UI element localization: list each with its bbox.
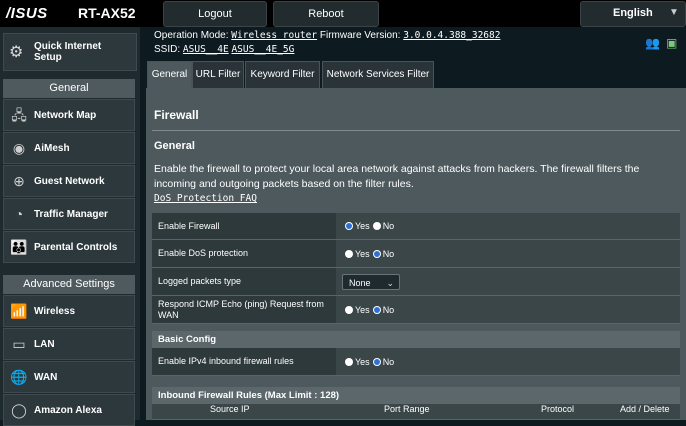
asus-logo: /ISUS: [6, 5, 48, 22]
section-title: General: [154, 140, 195, 152]
no-label: No: [382, 221, 395, 231]
advanced-settings-header: Advanced Settings: [3, 275, 135, 294]
tab-url-filter[interactable]: URL Filter: [192, 61, 244, 88]
device-info: Operation Mode: Wireless router Firmware…: [154, 29, 500, 57]
dos-faq-link[interactable]: DoS Protection FAQ: [154, 193, 257, 204]
ssid-label: SSID:: [154, 44, 181, 55]
sidebar-item-amazon-alexa[interactable]: ◯ Amazon Alexa: [3, 394, 135, 426]
enable-dos-no-radio[interactable]: [372, 249, 381, 258]
logged-packets-row: Logged packets type None ⌄: [152, 268, 680, 296]
setting-label: Logged packets type: [152, 268, 336, 295]
sidebar-item-label: Guest Network: [34, 176, 105, 187]
alexa-icon: ◯: [11, 402, 27, 418]
column-protocol: Protocol: [541, 404, 575, 414]
column-port-range: Port Range: [384, 404, 430, 414]
no-label: No: [382, 304, 395, 315]
model-name: RT-AX52: [78, 5, 136, 21]
yes-label: Yes: [355, 221, 370, 231]
logout-button[interactable]: Logout: [163, 1, 267, 27]
sidebar-item-lan[interactable]: ▭ LAN: [3, 328, 135, 360]
sidebar-item-guest-network[interactable]: ⊕ Guest Network: [3, 165, 135, 197]
tab-general[interactable]: General: [147, 61, 192, 88]
lan-icon: ▭: [12, 336, 26, 352]
setting-label: Respond ICMP Echo (ping) Request from WA…: [152, 296, 336, 323]
icmp-echo-row: Respond ICMP Echo (ping) Request from WA…: [152, 296, 680, 324]
sidebar-item-label: Amazon Alexa: [34, 405, 102, 416]
page-title: Firewall: [154, 108, 199, 122]
gear-icon: ⚙: [9, 44, 24, 61]
no-label: No: [382, 356, 395, 367]
firewall-description: Enable the firewall to protect your loca…: [154, 163, 640, 190]
select-value: None: [349, 277, 371, 288]
firmware-label: Firmware Version:: [319, 30, 401, 41]
quick-internet-setup-button[interactable]: ⚙ Quick Internet Setup: [3, 33, 137, 71]
enable-dos-yes-radio[interactable]: [345, 249, 353, 258]
opmode-link[interactable]: Wireless router: [231, 30, 317, 41]
setting-label: Enable Firewall: [152, 213, 336, 239]
yes-label: Yes: [355, 304, 370, 315]
enable-firewall-yes-radio[interactable]: [345, 222, 353, 230]
traffic-manager-icon: ◔: [14, 206, 24, 222]
setting-label: Enable DoS protection: [152, 240, 336, 267]
basic-config-header: Basic Config: [152, 331, 680, 348]
sidebar-item-wireless[interactable]: 📶 Wireless: [3, 295, 135, 327]
sidebar-item-label: Wireless: [34, 306, 76, 317]
wan-icon: 🌐: [10, 369, 28, 385]
sidebar: ⚙ Quick Internet Setup General 🖧 Network…: [0, 27, 140, 426]
aimesh-icon: ◉: [12, 140, 26, 156]
main-panel: Firewall General Enable the firewall to …: [146, 88, 686, 420]
sidebar-item-label: LAN: [34, 339, 55, 350]
sidebar-item-label: Traffic Manager: [34, 209, 108, 220]
top-bar: /ISUS RT-AX52 Logout Reboot English ▼: [0, 0, 686, 27]
enable-firewall-no-radio[interactable]: [372, 222, 381, 230]
guest-network-icon: ⊕: [13, 173, 25, 189]
enable-firewall-row: Enable Firewall Yes No: [152, 213, 680, 240]
icmp-no-radio[interactable]: [372, 305, 381, 314]
chevron-down-icon: ⌄: [386, 277, 394, 288]
ipv4-inbound-row: Enable IPv4 inbound firewall rules Yes N…: [152, 348, 680, 376]
column-add-delete: Add / Delete: [620, 404, 670, 414]
ipv4-no-radio[interactable]: [372, 357, 381, 366]
general-header: General: [3, 79, 135, 98]
inbound-rules-header: Inbound Firewall Rules (Max Limit : 128): [152, 387, 680, 404]
sidebar-item-network-map[interactable]: 🖧 Network Map: [3, 99, 135, 131]
no-label: No: [382, 248, 395, 259]
wireless-icon: 📶: [10, 303, 28, 319]
setting-label: Enable IPv4 inbound firewall rules: [152, 348, 336, 375]
enable-dos-row: Enable DoS protection Yes No: [152, 240, 680, 268]
inbound-columns-row: Source IP Port Range Protocol Add / Dele…: [152, 404, 680, 420]
tab-keyword-filter[interactable]: Keyword Filter: [245, 61, 320, 88]
sidebar-item-label: AiMesh: [34, 143, 70, 154]
firmware-link[interactable]: 3.0.0.4.388_32682: [403, 30, 500, 41]
language-select[interactable]: English ▼: [580, 1, 686, 27]
yes-label: Yes: [355, 248, 370, 259]
ipv4-yes-radio[interactable]: [345, 357, 353, 366]
language-label: English: [613, 7, 653, 19]
sidebar-item-traffic-manager[interactable]: ◔ Traffic Manager: [3, 198, 135, 230]
sidebar-item-aimesh[interactable]: ◉ AiMesh: [3, 132, 135, 164]
reboot-button[interactable]: Reboot: [273, 1, 379, 27]
yes-label: Yes: [355, 356, 370, 367]
sidebar-item-label: Network Map: [34, 110, 97, 121]
column-source-ip: Source IP: [210, 404, 250, 414]
logged-packets-select[interactable]: None ⌄: [342, 273, 400, 290]
tab-network-services-filter[interactable]: Network Services Filter: [322, 61, 434, 88]
sidebar-item-label: Parental Controls: [34, 242, 118, 253]
sidebar-item-label: WAN: [34, 372, 58, 383]
sidebar-item-wan[interactable]: 🌐 WAN: [3, 361, 135, 393]
ssid-5g-link[interactable]: ASUS__4E_5G: [231, 44, 294, 55]
ssid-2g-link[interactable]: ASUS__4E: [183, 44, 229, 55]
sidebar-item-parental-controls[interactable]: 👪 Parental Controls: [3, 231, 135, 263]
divider: [152, 130, 680, 131]
quick-setup-label: Quick Internet Setup: [34, 41, 102, 63]
chevron-down-icon: ▼: [669, 7, 679, 18]
parental-controls-icon: 👪: [10, 239, 28, 255]
internet-status-icon[interactable]: ▣: [666, 36, 677, 50]
network-map-icon: 🖧: [11, 107, 27, 123]
icmp-yes-radio[interactable]: [345, 305, 353, 314]
opmode-label: Operation Mode:: [154, 30, 229, 41]
users-icon[interactable]: 👥: [645, 36, 660, 50]
